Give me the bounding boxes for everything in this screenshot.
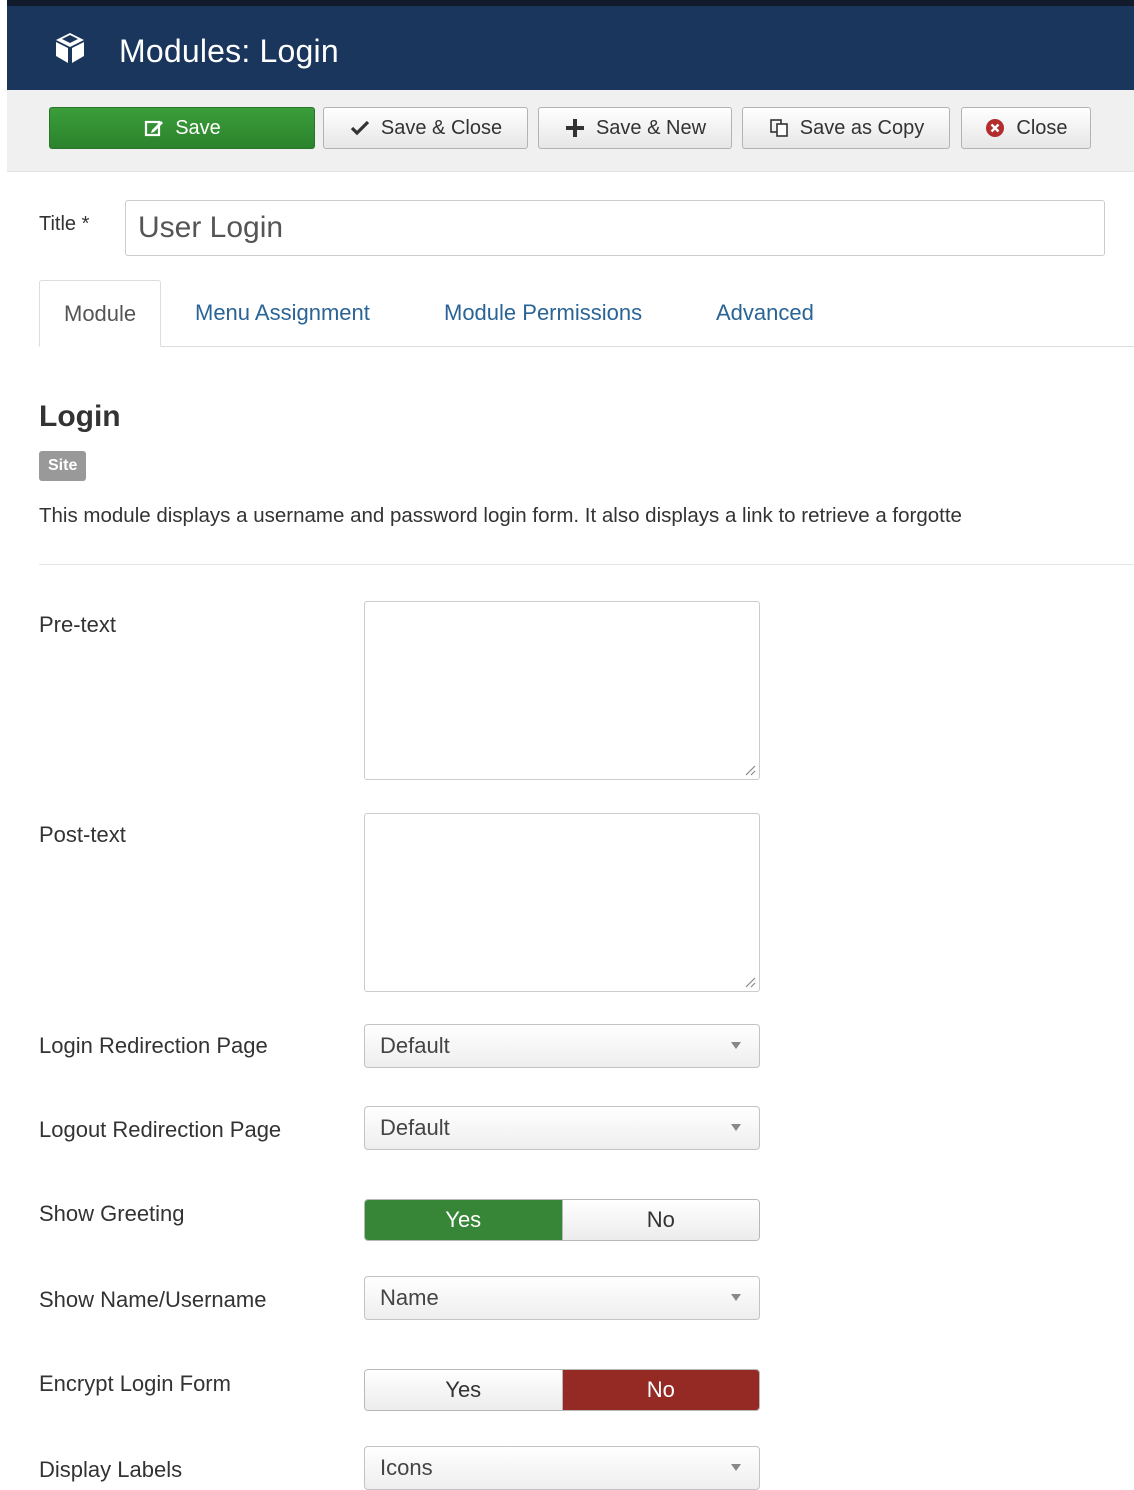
cube-icon (56, 33, 84, 63)
close-label: Close (1016, 116, 1068, 139)
save-new-label: Save & New (595, 116, 707, 139)
title-input[interactable] (125, 200, 1105, 256)
login-redirect-value: Default (380, 1033, 450, 1058)
resize-grip-icon[interactable] (742, 974, 756, 988)
encrypt-toggle: Yes No (364, 1369, 760, 1411)
tab-module[interactable]: Module (39, 280, 162, 347)
logout-redirect-label: Logout Redirection Page (39, 1117, 282, 1142)
login-redirect-label: Login Redirection Page (39, 1033, 268, 1058)
encrypt-no[interactable]: No (561, 1370, 759, 1410)
caret-down-icon (731, 1464, 741, 1471)
plus-icon (564, 117, 586, 139)
show-greeting-no[interactable]: No (561, 1200, 759, 1240)
tab-module-permissions[interactable]: Module Permissions (420, 280, 666, 346)
encrypt-label: Encrypt Login Form (39, 1371, 231, 1396)
save-close-label: Save & Close (380, 116, 503, 139)
posttext-label: Post-text (39, 822, 126, 847)
copy-icon (768, 117, 790, 139)
login-redirect-select[interactable]: Default (364, 1024, 760, 1068)
edit-icon (143, 117, 165, 139)
tab-bar: Module Menu Assignment Module Permission… (39, 280, 1134, 347)
display-labels-value: Icons (380, 1455, 433, 1480)
module-heading: Login (39, 400, 121, 433)
title-label: Title * (39, 213, 90, 235)
resize-grip-icon[interactable] (742, 762, 756, 776)
encrypt-yes[interactable]: Yes (365, 1370, 562, 1410)
save-button[interactable]: Save (49, 107, 315, 149)
show-greeting-toggle: Yes No (364, 1199, 760, 1241)
site-badge: Site (39, 451, 87, 481)
posttext-textarea[interactable] (364, 813, 760, 992)
save-copy-label: Save as Copy (799, 116, 925, 139)
caret-down-icon (731, 1124, 741, 1131)
divider (39, 564, 1134, 565)
pretext-label: Pre-text (39, 612, 117, 637)
tab-menu-assignment[interactable]: Menu Assignment (171, 280, 394, 346)
check-icon (349, 117, 371, 139)
display-labels-select[interactable]: Icons (364, 1446, 760, 1490)
show-name-value: Name (380, 1285, 439, 1310)
logout-redirect-select[interactable]: Default (364, 1106, 760, 1150)
pretext-textarea[interactable] (364, 601, 760, 780)
save-label: Save (175, 116, 221, 139)
show-greeting-yes[interactable]: Yes (365, 1200, 562, 1240)
close-button[interactable]: Close (961, 107, 1091, 149)
show-greeting-label: Show Greeting (39, 1201, 185, 1226)
logout-redirect-value: Default (380, 1115, 450, 1140)
show-name-select[interactable]: Name (364, 1276, 760, 1320)
page-header: Modules: Login (7, 0, 1134, 90)
show-name-label: Show Name/Username (39, 1287, 267, 1312)
caret-down-icon (731, 1294, 741, 1301)
save-close-button[interactable]: Save & Close (323, 107, 528, 149)
module-description: This module displays a username and pass… (39, 504, 962, 527)
close-circle-icon (984, 117, 1006, 139)
save-copy-button[interactable]: Save as Copy (742, 107, 950, 149)
page-title: Modules: Login (119, 33, 339, 69)
caret-down-icon (731, 1042, 741, 1049)
display-labels-label: Display Labels (39, 1457, 183, 1482)
tab-advanced[interactable]: Advanced (692, 280, 838, 346)
toolbar: Save Save & Close Save & New Save as Cop… (7, 90, 1134, 172)
save-new-button[interactable]: Save & New (538, 107, 732, 149)
